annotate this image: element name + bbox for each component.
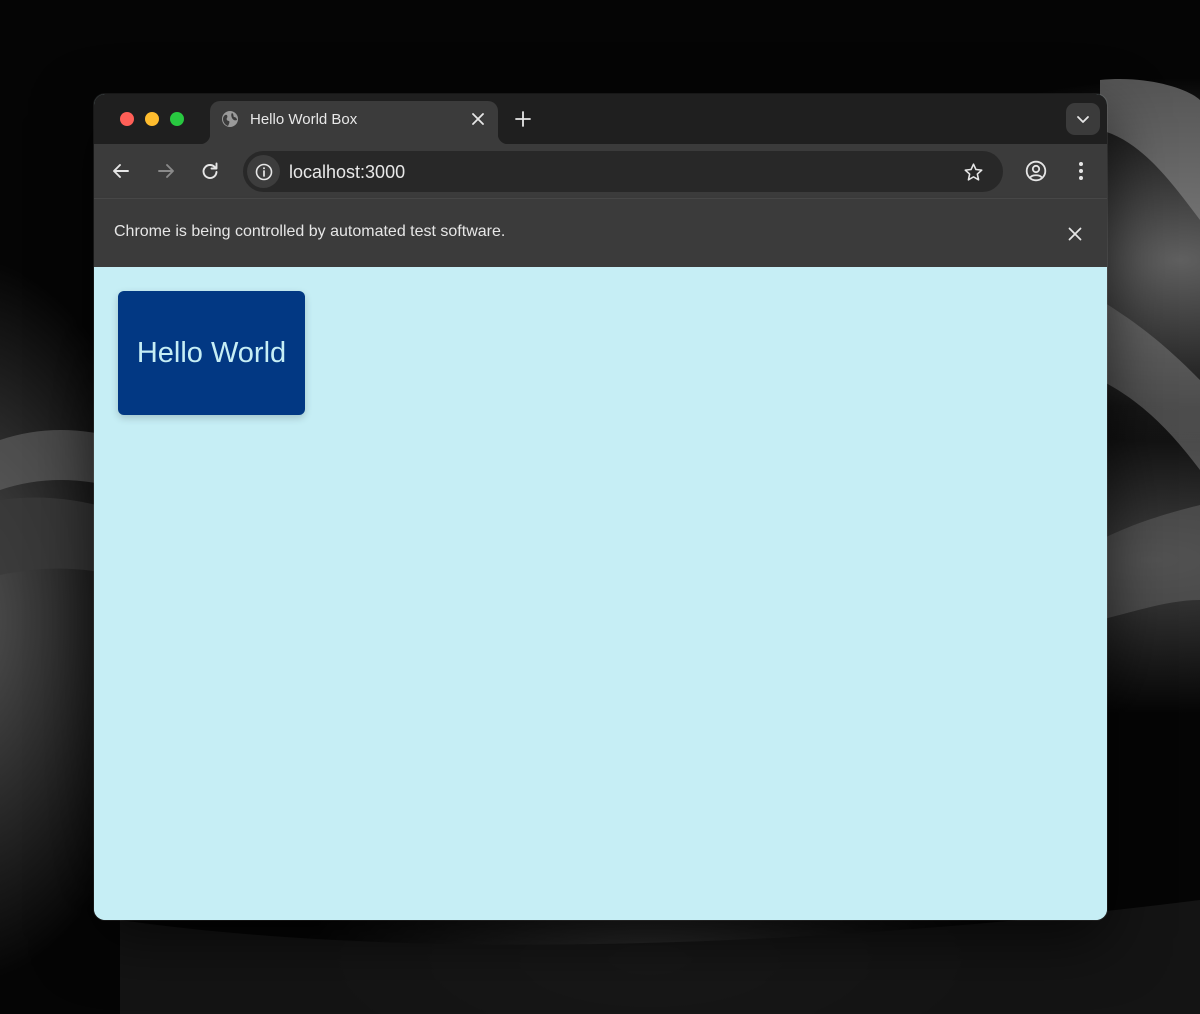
site-info-button[interactable] (247, 155, 280, 188)
chevron-down-icon (1077, 116, 1089, 123)
tab-title: Hello World Box (250, 111, 358, 128)
close-icon (472, 113, 484, 125)
arrow-left-icon (113, 164, 129, 178)
arrow-right-icon (158, 164, 174, 178)
infobar-message: Chrome is being controlled by automated … (114, 223, 506, 240)
profile-button[interactable] (1024, 159, 1048, 183)
minimize-window-button[interactable] (145, 112, 159, 126)
browser-toolbar: localhost:3000 (94, 144, 1107, 198)
tab-strip: Hello World Box (94, 94, 1107, 144)
zoom-window-button[interactable] (170, 112, 184, 126)
infobar-close-button[interactable] (1064, 223, 1086, 245)
bookmark-button[interactable] (961, 160, 985, 184)
star-icon (963, 162, 983, 181)
automation-infobar: Chrome is being controlled by automated … (94, 198, 1107, 267)
profile-icon (1025, 160, 1047, 182)
reload-button[interactable] (198, 159, 222, 183)
plus-icon (515, 111, 531, 127)
forward-button[interactable] (154, 159, 178, 183)
hello-world-box: Hello World (118, 291, 305, 415)
menu-button[interactable] (1069, 159, 1093, 183)
globe-icon (222, 111, 238, 127)
new-tab-button[interactable] (512, 108, 534, 130)
page-content: Hello World (94, 267, 1107, 920)
close-icon (1068, 227, 1082, 241)
close-window-button[interactable] (120, 112, 134, 126)
back-button[interactable] (109, 159, 133, 183)
more-vertical-icon (1079, 162, 1083, 180)
info-icon (255, 163, 272, 180)
address-bar[interactable]: localhost:3000 (243, 151, 1003, 192)
browser-window: Hello World Box localhost:3000 Chrome is… (94, 94, 1107, 920)
url-text[interactable]: localhost:3000 (289, 162, 405, 183)
tab-search-button[interactable] (1066, 103, 1100, 135)
reload-icon (202, 162, 218, 179)
hello-world-text: Hello World (136, 336, 287, 369)
tab-close-button[interactable] (468, 109, 488, 129)
tab-hello-world-box[interactable]: Hello World Box (200, 101, 508, 144)
